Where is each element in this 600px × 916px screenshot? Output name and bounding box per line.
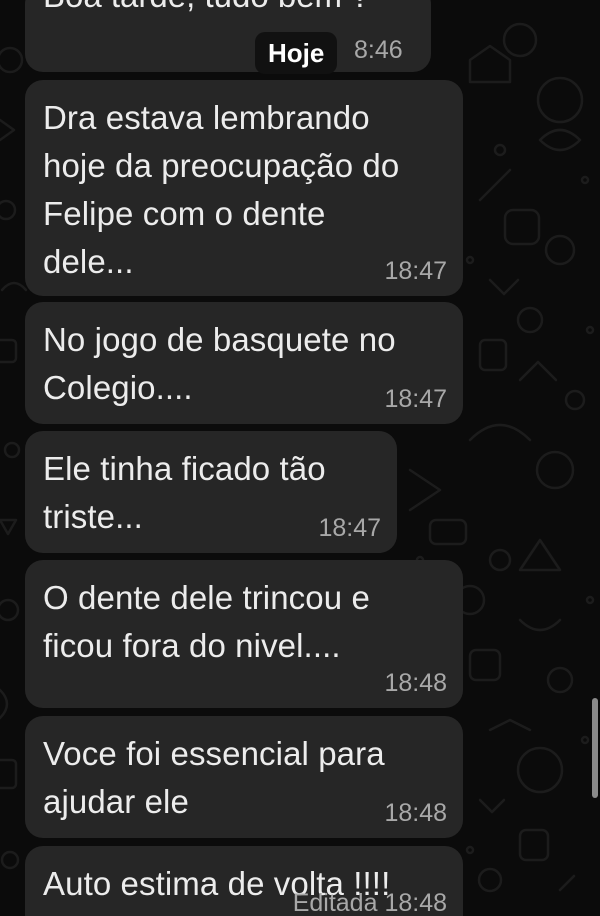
message-bubble[interactable]: Ele tinha ficado tão triste... 18:47 <box>25 431 397 553</box>
message-bubble[interactable]: Dra estava lembrando hoje da preocupação… <box>25 80 463 296</box>
message-time: Editada 18:48 <box>292 889 447 916</box>
scrollbar[interactable] <box>592 698 598 798</box>
message-bubble[interactable]: O dente dele trincou e ficou fora do niv… <box>25 560 463 708</box>
message-bubble[interactable]: No jogo de basquete no Colegio.... 18:47 <box>25 302 463 424</box>
message-time: 18:47 <box>318 514 381 542</box>
message-time: 8:46 <box>354 36 403 64</box>
message-time: 18:47 <box>384 257 447 285</box>
chat-view: Boa tarde, tudo bem ? Hoje 8:46 Dra esta… <box>0 0 600 916</box>
message-bubble[interactable]: Auto estima de volta !!!! Editada 18:48 <box>25 846 463 916</box>
message-text: Boa tarde, tudo bem ? <box>43 0 370 16</box>
message-time: 18:48 <box>384 799 447 827</box>
message-bubble[interactable]: Voce foi essencial para ajudar ele 18:48 <box>25 716 463 838</box>
date-chip: Hoje <box>255 32 338 74</box>
message-text: O dente dele trincou e ficou fora do niv… <box>43 579 370 664</box>
message-time: 18:47 <box>384 385 447 413</box>
message-time: 18:48 <box>384 669 447 697</box>
